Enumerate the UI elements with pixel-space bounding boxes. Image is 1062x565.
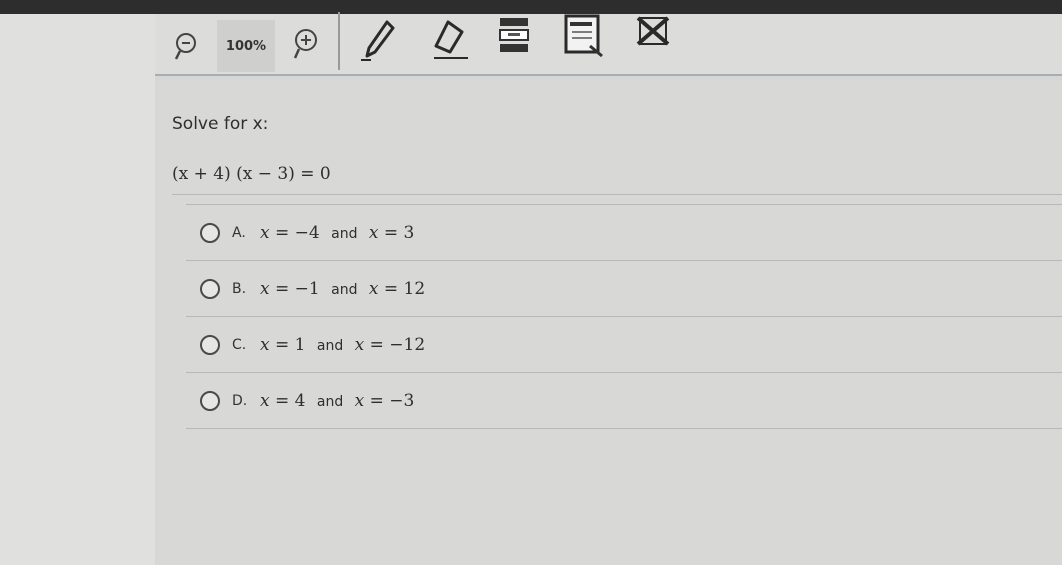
pen-icon — [361, 20, 395, 61]
option-variable: x — [260, 334, 270, 355]
zoom-out-button[interactable] — [172, 30, 200, 64]
option-value: = 4 — [275, 390, 306, 411]
option-value: = −3 — [369, 390, 415, 411]
option-value: = 1 — [275, 334, 306, 355]
option-and: and — [316, 393, 344, 410]
option-a[interactable]: A. x = −4 and x = 3 — [186, 205, 1062, 261]
option-and: and — [331, 225, 358, 242]
option-expression: x = 4 and x = −3 — [260, 391, 414, 411]
option-letter: B. — [232, 280, 247, 297]
equation-divider — [172, 194, 1062, 195]
question-equation: (x + 4) (x − 3) = 0 — [172, 164, 331, 184]
option-d[interactable]: D. x = 4 and x = −3 — [186, 373, 1062, 429]
option-variable: x — [368, 222, 379, 243]
line-reader-icon — [499, 18, 529, 52]
option-c[interactable]: C. x = 1 and x = −12 — [186, 317, 1062, 373]
option-value: = 3 — [383, 222, 415, 243]
notepad-icon — [564, 14, 603, 58]
eraser-button[interactable] — [426, 18, 472, 62]
top-bar — [0, 0, 1062, 14]
option-value: = −12 — [369, 334, 426, 355]
line-reader-button[interactable] — [496, 16, 532, 56]
option-and: and — [316, 337, 344, 354]
option-letter: C. — [232, 336, 247, 353]
option-expression: x = 1 and x = −12 — [260, 335, 425, 355]
option-value: = −1 — [275, 278, 320, 299]
zoom-level: 100% — [217, 20, 275, 72]
option-expression: x = −1 and x = 12 — [260, 279, 425, 299]
option-variable: x — [260, 278, 270, 299]
option-variable: x — [354, 334, 365, 355]
zoom-in-icon — [293, 29, 317, 59]
eraser-icon — [434, 20, 468, 59]
answer-options: A. x = −4 and x = 3 B. x = −1 and x = 12… — [186, 204, 1062, 429]
option-letter: D. — [232, 392, 248, 409]
option-variable: x — [354, 390, 365, 411]
radio-button[interactable] — [200, 390, 220, 411]
option-b[interactable]: B. x = −1 and x = 12 — [186, 261, 1062, 317]
zoom-in-button[interactable] — [290, 26, 320, 62]
option-value: = −4 — [275, 222, 320, 243]
option-expression: x = −4 and x = 3 — [260, 223, 414, 243]
option-variable: x — [260, 222, 270, 243]
answer-eliminator-icon — [636, 16, 670, 46]
option-and: and — [331, 281, 358, 298]
radio-button[interactable] — [200, 222, 220, 243]
side-panel — [0, 14, 155, 565]
radio-button[interactable] — [200, 334, 220, 355]
toolbar-separator — [338, 12, 340, 70]
answer-eliminator-button[interactable] — [634, 12, 674, 52]
radio-button[interactable] — [200, 278, 220, 299]
option-value: = 12 — [383, 278, 426, 299]
question-prompt: Solve for x: — [172, 114, 269, 134]
zoom-out-icon — [174, 33, 196, 60]
option-variable: x — [368, 278, 379, 299]
pen-button[interactable] — [356, 18, 398, 62]
option-variable: x — [260, 390, 270, 411]
notepad-button[interactable] — [562, 12, 606, 58]
option-letter: A. — [232, 224, 246, 241]
